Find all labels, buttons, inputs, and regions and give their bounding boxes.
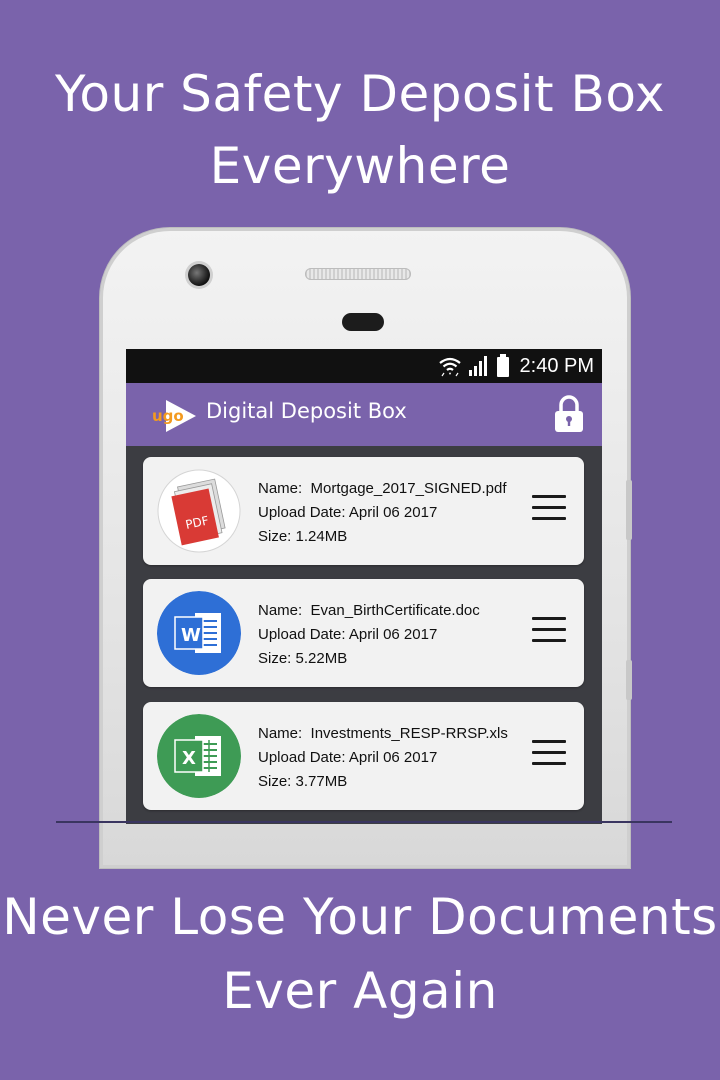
name-label: Name: bbox=[258, 480, 303, 497]
headline-top-line-1: Your Safety Deposit Box bbox=[55, 65, 665, 123]
file-card[interactable]: W Name: Evan_BirthCertificate.doc Upload… bbox=[143, 579, 584, 687]
excel-label: X bbox=[182, 748, 196, 769]
upload-date: April 06 2017 bbox=[348, 504, 438, 521]
ground-line bbox=[56, 821, 672, 823]
hamburger-menu-icon[interactable] bbox=[532, 740, 566, 770]
upload-date: April 06 2017 bbox=[348, 749, 438, 766]
signal-icon bbox=[468, 356, 487, 376]
logo-text: ugo bbox=[152, 407, 184, 425]
app-title: Digital Deposit Box bbox=[206, 399, 407, 423]
hamburger-menu-icon[interactable] bbox=[532, 495, 566, 525]
status-bar: 2:40 PM bbox=[126, 349, 602, 383]
headline-bottom: Never Lose Your Documents Ever Again bbox=[0, 880, 720, 1028]
phone-side-button bbox=[626, 660, 632, 700]
phone-screen: 2:40 PM ugo Digital Deposit Box PDF Name… bbox=[126, 349, 602, 824]
headline-top: Your Safety Deposit Box Everywhere bbox=[0, 58, 720, 202]
upload-date-label: Upload Date: bbox=[258, 626, 346, 643]
battery-icon bbox=[496, 354, 509, 377]
size-label: Size: bbox=[258, 773, 292, 790]
ugo-logo-icon: ugo bbox=[152, 400, 196, 432]
name-label: Name: bbox=[258, 602, 303, 619]
file-name: Evan_BirthCertificate.doc bbox=[310, 602, 480, 619]
upload-date-label: Upload Date: bbox=[258, 504, 346, 521]
file-details: Name: Mortgage_2017_SIGNED.pdf Upload Da… bbox=[258, 477, 506, 549]
file-card[interactable]: X Name: Investments_RESP-RRSP.xls Upload… bbox=[143, 702, 584, 810]
status-time: 2:40 PM bbox=[519, 354, 594, 377]
phone-side-button bbox=[626, 480, 632, 540]
earpiece bbox=[342, 313, 384, 331]
headline-top-line-2: Everywhere bbox=[209, 137, 511, 195]
upload-date-label: Upload Date: bbox=[258, 749, 346, 766]
file-size: 5.22MB bbox=[295, 650, 348, 667]
speaker-grille bbox=[305, 268, 411, 280]
file-size: 3.77MB bbox=[295, 773, 348, 790]
headline-bottom-line-2: Ever Again bbox=[222, 962, 498, 1020]
file-details: Name: Evan_BirthCertificate.doc Upload D… bbox=[258, 599, 480, 671]
pdf-icon: PDF bbox=[157, 469, 241, 553]
upload-date: April 06 2017 bbox=[348, 626, 438, 643]
app-bar: ugo Digital Deposit Box bbox=[126, 383, 602, 446]
excel-icon: X bbox=[157, 714, 241, 798]
file-size: 1.24MB bbox=[295, 528, 348, 545]
wifi-icon bbox=[438, 357, 461, 377]
file-details: Name: Investments_RESP-RRSP.xls Upload D… bbox=[258, 722, 508, 794]
file-name: Mortgage_2017_SIGNED.pdf bbox=[310, 480, 507, 497]
file-name: Investments_RESP-RRSP.xls bbox=[310, 725, 508, 742]
word-label: W bbox=[181, 625, 201, 646]
front-camera bbox=[188, 264, 210, 286]
size-label: Size: bbox=[258, 650, 292, 667]
word-icon: W bbox=[157, 591, 241, 675]
headline-bottom-line-1: Never Lose Your Documents bbox=[2, 888, 718, 946]
lock-icon[interactable] bbox=[554, 395, 584, 433]
hamburger-menu-icon[interactable] bbox=[532, 617, 566, 647]
file-card[interactable]: PDF Name: Mortgage_2017_SIGNED.pdf Uploa… bbox=[143, 457, 584, 565]
size-label: Size: bbox=[258, 528, 292, 545]
name-label: Name: bbox=[258, 725, 303, 742]
